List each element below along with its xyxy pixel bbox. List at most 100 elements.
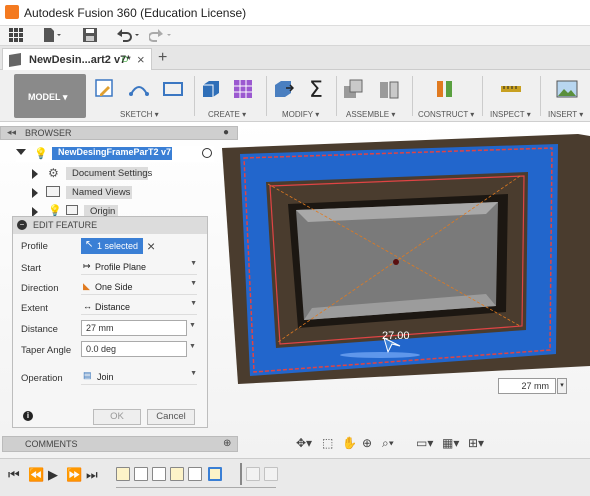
- taper-angle-input[interactable]: 0.0 deg: [81, 341, 187, 357]
- collapse-panel-icon[interactable]: ◂◂: [7, 127, 16, 138]
- join-icon: ▤: [83, 370, 92, 380]
- cursor-icon: ↖: [85, 239, 94, 250]
- orbit-icon[interactable]: ✥▾: [296, 436, 312, 450]
- undo-icon[interactable]: [114, 28, 142, 44]
- clear-selection-icon[interactable]: ×: [147, 238, 155, 254]
- browser-item-named-views[interactable]: Named Views: [32, 185, 182, 201]
- form-icon[interactable]: [232, 78, 254, 100]
- add-comment-icon[interactable]: ⊕: [223, 438, 231, 449]
- grid-settings-icon[interactable]: ▦▾: [442, 436, 459, 450]
- document-tab-bar: NewDesin...art2 v7* ○ × +: [0, 46, 590, 70]
- dimension-label: 27.00: [382, 330, 410, 342]
- redo-icon[interactable]: [148, 28, 176, 44]
- extent-label: Extent: [21, 303, 48, 314]
- dialog-header[interactable]: − EDIT FEATURE: [13, 217, 207, 234]
- construct-group-label: CONSTRUCT ▾: [418, 110, 475, 119]
- document-tab[interactable]: NewDesin...art2 v7* ○ ×: [2, 48, 152, 70]
- timeline-marker[interactable]: [240, 463, 242, 485]
- extent-select[interactable]: ↔ Distance ▼: [81, 299, 197, 315]
- viewports-icon[interactable]: ⊞▾: [468, 436, 484, 450]
- insert-group[interactable]: INSERT ▾: [544, 74, 590, 119]
- distance-dropdown-icon[interactable]: ▾: [557, 378, 567, 394]
- go-to-start-icon[interactable]: ⏮: [8, 467, 20, 483]
- assemble-group[interactable]: ASSEMBLE ▾: [340, 74, 408, 119]
- extrude-icon[interactable]: [200, 78, 222, 100]
- sketch-group[interactable]: SKETCH ▾: [92, 74, 192, 119]
- title-bar: Autodesk Fusion 360 (Education License): [0, 0, 590, 26]
- timeline-bar: ⏮ ⏪ ▶ ⏩ ⏭: [0, 458, 590, 496]
- step-back-icon[interactable]: ⏪: [28, 467, 44, 483]
- comments-panel-header[interactable]: COMMENTS ⊕: [2, 436, 238, 452]
- taper-angle-label: Taper Angle: [21, 345, 72, 356]
- browser-root-label: NewDesingFrameParT2 v7: [58, 147, 172, 157]
- modify-group[interactable]: Σ MODIFY ▾: [270, 74, 332, 119]
- toolbar-divider: [412, 76, 413, 116]
- cancel-button[interactable]: Cancel: [147, 409, 195, 425]
- lightbulb-icon[interactable]: 💡: [34, 147, 48, 160]
- info-icon[interactable]: i: [23, 411, 33, 421]
- toolbar-divider: [266, 76, 267, 116]
- timeline-active-feature-icon[interactable]: [208, 467, 222, 481]
- workspace-switcher[interactable]: MODEL ▾: [14, 74, 86, 118]
- browser-item-label: Named Views: [72, 187, 131, 198]
- arc-icon[interactable]: [128, 78, 150, 100]
- operation-select[interactable]: ▤ Join ▼: [81, 369, 197, 385]
- create-group[interactable]: CREATE ▾: [198, 74, 262, 119]
- workspace-label: MODEL ▾: [28, 92, 68, 102]
- parameters-icon[interactable]: Σ: [306, 78, 328, 100]
- distance-manipulator-input[interactable]: 27 mm: [498, 378, 556, 394]
- display-settings-icon[interactable]: ▭▾: [416, 436, 433, 450]
- new-tab-button[interactable]: +: [158, 49, 167, 67]
- inspect-group[interactable]: INSPECT ▾: [486, 74, 538, 119]
- timeline-sketch-icon[interactable]: [116, 467, 130, 481]
- new-component-icon[interactable]: [342, 78, 364, 100]
- browser-item-document-settings[interactable]: ⚙ Document Settings: [32, 166, 182, 182]
- timeline-extrude-icon[interactable]: [134, 467, 148, 481]
- joint-icon[interactable]: [378, 78, 400, 100]
- insert-image-icon[interactable]: [556, 78, 578, 100]
- start-select[interactable]: ↦ Profile Plane ▼: [81, 259, 197, 275]
- construct-group[interactable]: CONSTRUCT ▾: [416, 74, 478, 119]
- go-to-end-icon[interactable]: ⏭: [86, 467, 98, 483]
- browser-root[interactable]: 💡 NewDesingFrameParT2 v7: [16, 146, 214, 162]
- timeline-extrude-icon[interactable]: [188, 467, 202, 481]
- timeline-fillet-icon[interactable]: [152, 467, 166, 481]
- timeline-extrude-icon[interactable]: [246, 467, 260, 481]
- start-label: Start: [21, 263, 42, 274]
- rectangle-icon[interactable]: [162, 78, 184, 100]
- distance-input[interactable]: 27 mm: [81, 320, 187, 336]
- fit-icon[interactable]: ⌕▾: [382, 436, 394, 451]
- profile-selector[interactable]: ↖ 1 selected: [81, 238, 143, 254]
- quick-access-bar: [0, 26, 590, 46]
- chevron-down-icon: ▼: [190, 260, 197, 267]
- pan-icon[interactable]: ✋: [342, 436, 357, 450]
- activate-component-icon[interactable]: [202, 148, 212, 158]
- zoom-icon[interactable]: ⊕: [362, 436, 372, 450]
- save-icon[interactable]: [82, 28, 98, 44]
- ok-button[interactable]: OK: [93, 409, 141, 425]
- close-tab-icon[interactable]: ×: [137, 52, 145, 67]
- direction-select[interactable]: ◣ One Side ▼: [81, 279, 197, 295]
- create-sketch-icon[interactable]: [94, 78, 116, 100]
- timeline-sketch-icon[interactable]: [264, 467, 278, 481]
- sketch-group-label: SKETCH ▾: [120, 110, 159, 119]
- press-pull-icon[interactable]: [272, 78, 294, 100]
- browser-options-icon[interactable]: ●: [223, 127, 229, 138]
- main-toolbar: MODEL ▾ SKETCH ▾ CREATE ▾ Σ MODIFY ▾ ASS…: [0, 70, 590, 122]
- measure-icon[interactable]: [500, 78, 522, 100]
- offset-plane-icon[interactable]: [434, 78, 456, 100]
- profile-label: Profile: [21, 241, 48, 252]
- operation-label: Operation: [21, 373, 63, 384]
- browser-panel-header[interactable]: ◂◂ BROWSER ●: [0, 126, 238, 140]
- look-at-icon[interactable]: ⬚: [322, 436, 333, 450]
- step-forward-icon[interactable]: ⏩: [66, 467, 82, 483]
- taper-dropdown-icon[interactable]: ▼: [189, 343, 196, 350]
- file-menu-icon[interactable]: [42, 28, 62, 44]
- modify-group-label: MODIFY ▾: [282, 110, 320, 119]
- grid-menu-icon[interactable]: [8, 28, 24, 44]
- play-icon[interactable]: ▶: [48, 467, 58, 483]
- distance-dropdown-icon[interactable]: ▼: [189, 322, 196, 329]
- folder-icon: [46, 186, 60, 197]
- collapse-dialog-icon[interactable]: −: [17, 220, 27, 230]
- timeline-sketch-icon[interactable]: [170, 467, 184, 481]
